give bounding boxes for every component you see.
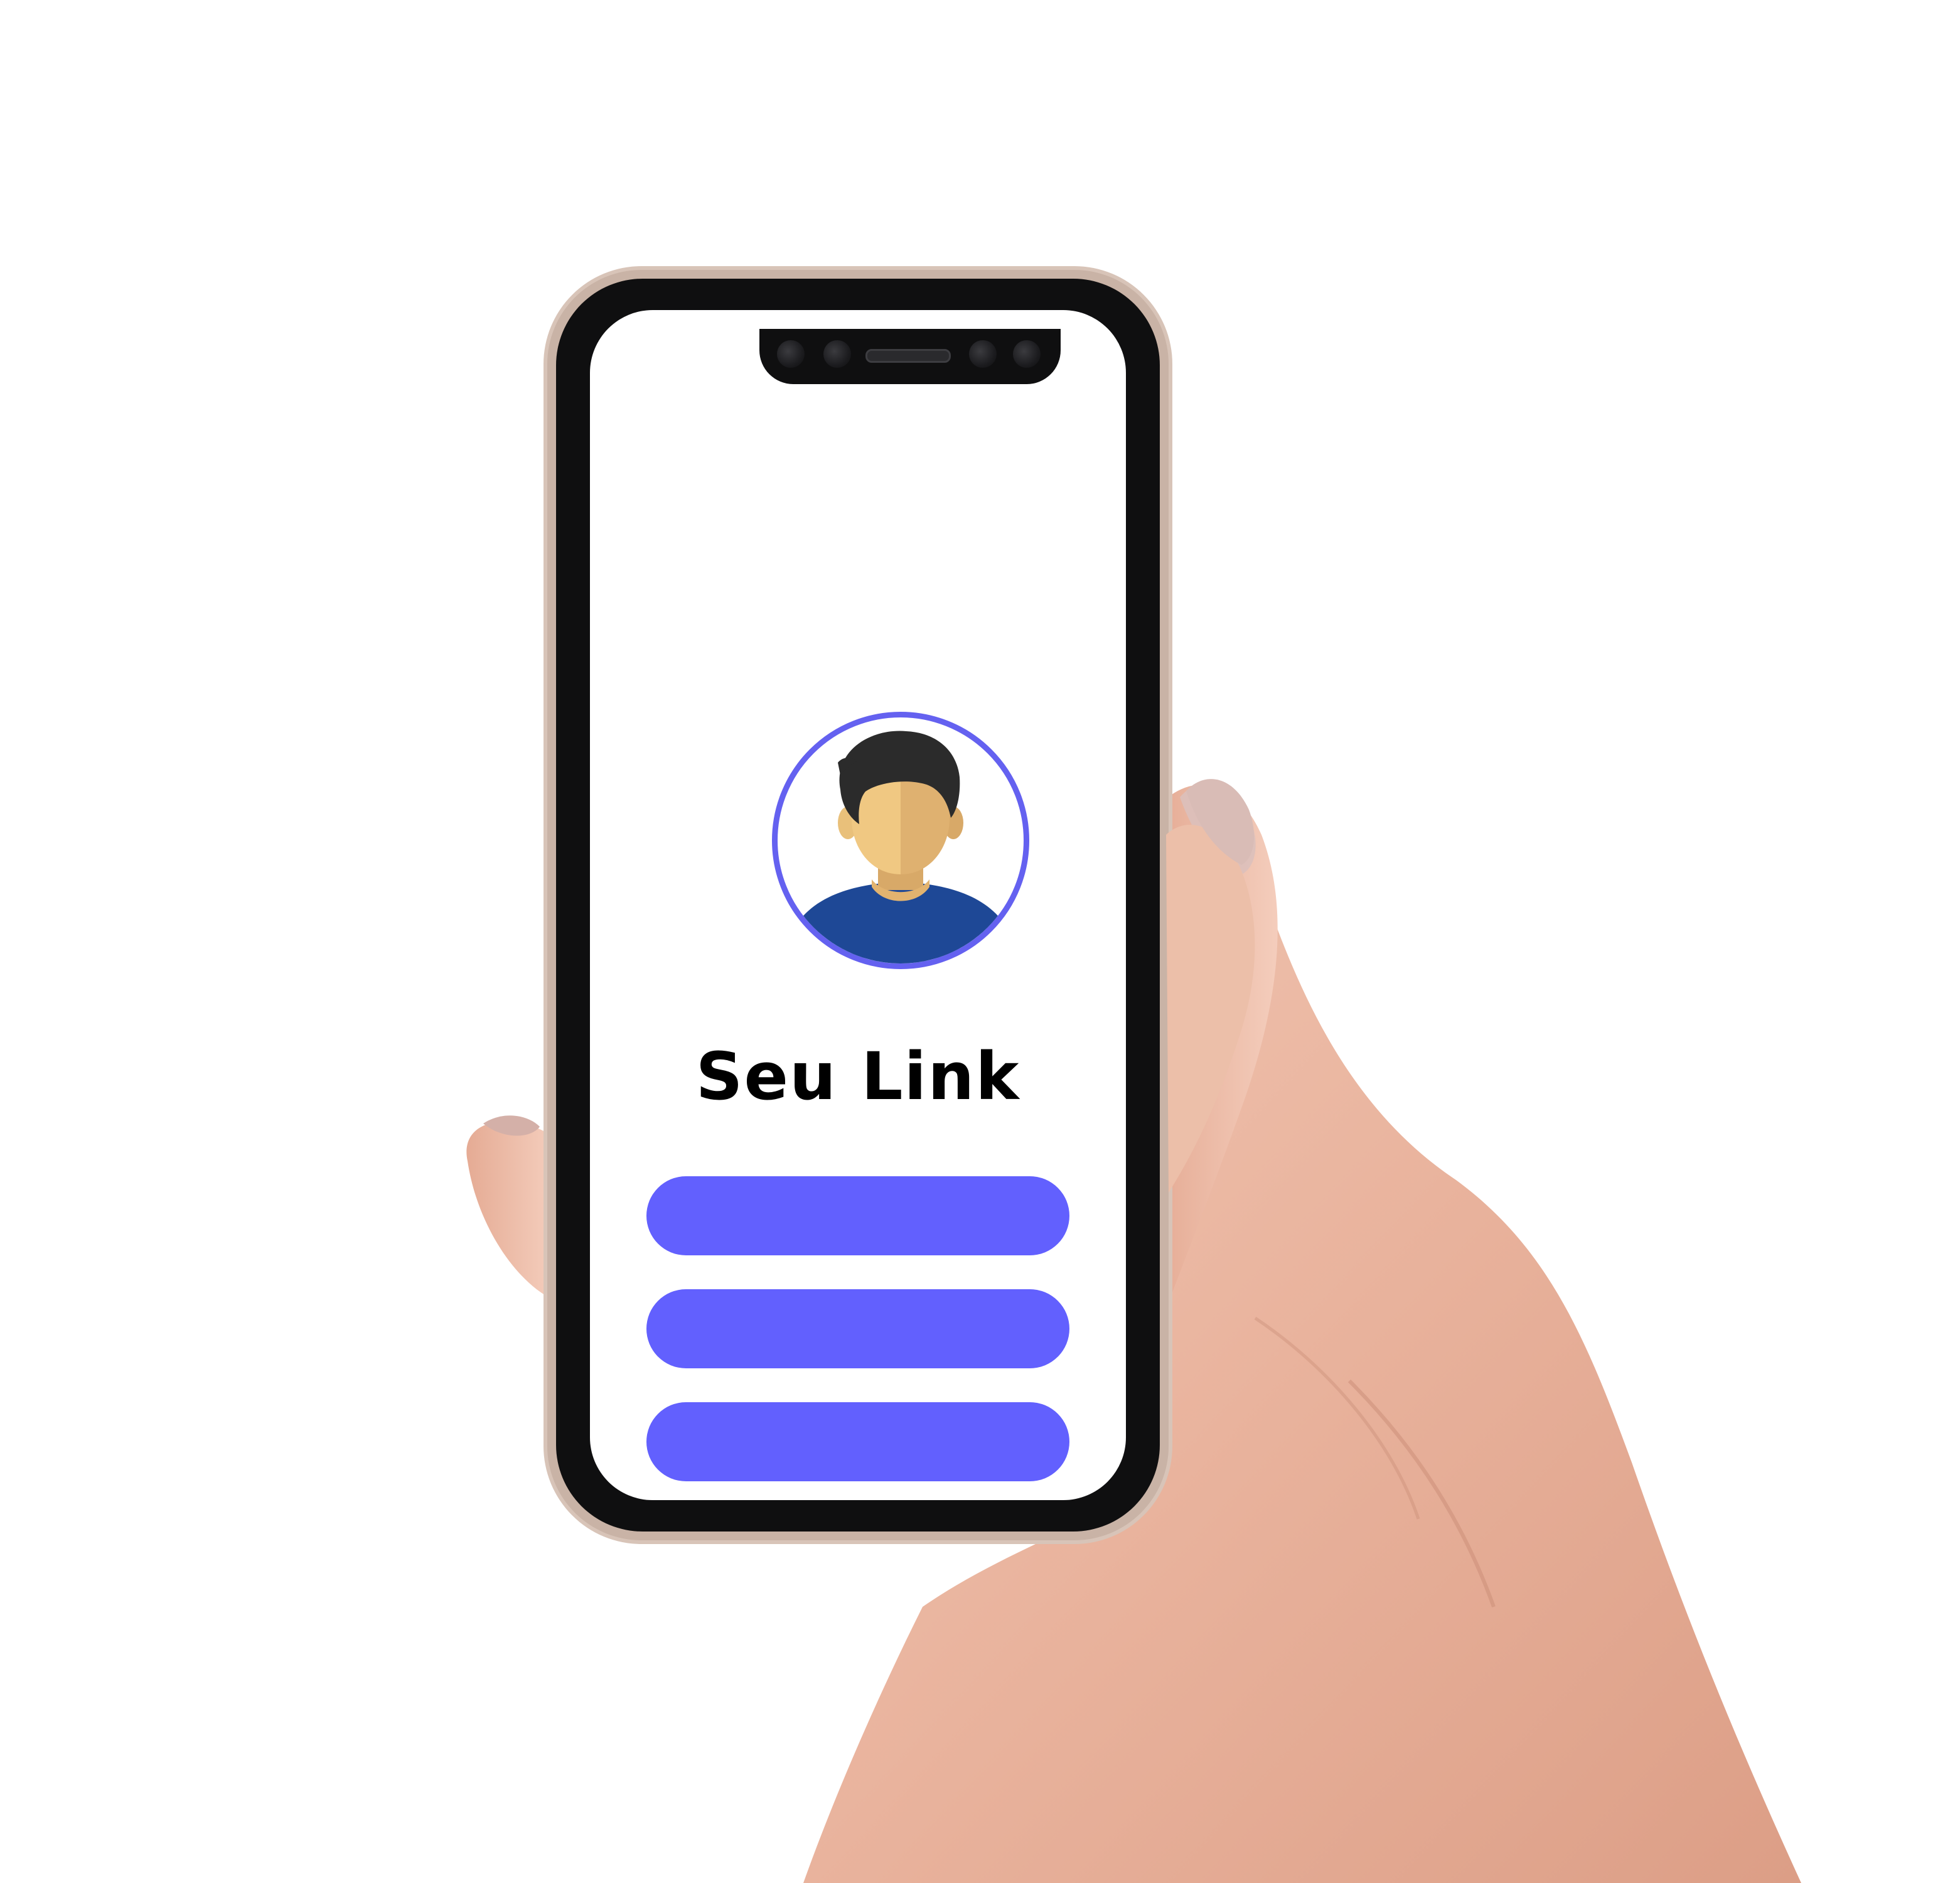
fingers-overlay bbox=[1166, 779, 1255, 1193]
scene: Seu Link bbox=[0, 0, 1960, 1883]
